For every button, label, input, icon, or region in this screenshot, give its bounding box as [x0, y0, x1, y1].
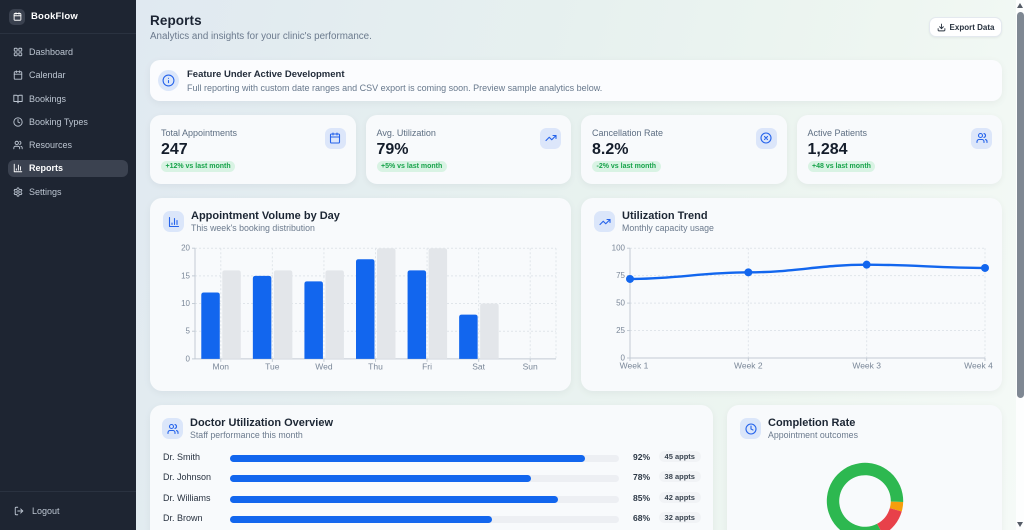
svg-text:Thu: Thu	[368, 361, 383, 371]
svg-text:Sat: Sat	[472, 361, 485, 371]
svg-text:Week 3: Week 3	[852, 361, 881, 371]
svg-text:5: 5	[186, 327, 191, 336]
svg-text:20: 20	[181, 244, 190, 253]
svg-text:0: 0	[186, 354, 191, 363]
svg-text:Week 4: Week 4	[964, 361, 993, 371]
svg-text:Week 1: Week 1	[620, 361, 649, 371]
svg-text:50: 50	[616, 299, 625, 308]
svg-text:Wed: Wed	[315, 361, 333, 371]
svg-text:Tue: Tue	[265, 361, 280, 371]
svg-text:Sun: Sun	[523, 361, 538, 371]
svg-text:15: 15	[181, 271, 190, 280]
svg-text:75: 75	[616, 271, 625, 280]
svg-text:Week 2: Week 2	[734, 361, 763, 371]
svg-text:Mon: Mon	[213, 361, 230, 371]
svg-text:100: 100	[612, 244, 626, 253]
svg-text:10: 10	[181, 299, 190, 308]
svg-text:Fri: Fri	[422, 361, 432, 371]
svg-text:25: 25	[616, 326, 625, 335]
